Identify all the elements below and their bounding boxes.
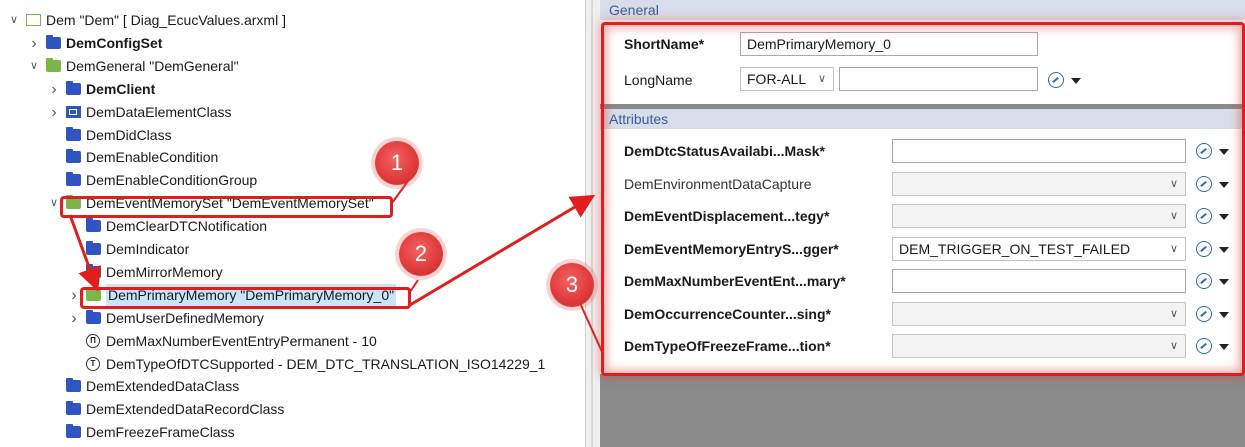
enum-param-icon: T (86, 356, 100, 371)
tree-item-label: DemTypeOfDTCSupported - DEM_DTC_TRANSLAT… (106, 355, 546, 372)
tree-item[interactable]: DemFreezeFrameClass (0, 421, 585, 444)
folder-icon (86, 309, 101, 324)
tree-item-label: DemExtendedDataRecordClass (86, 401, 285, 418)
tree-item[interactable]: DemDidClass (0, 124, 585, 147)
tree-item-label: DemDidClass (86, 126, 172, 143)
tree-item-label: DemMirrorMemory (106, 263, 223, 280)
collapse-chevron-icon[interactable]: › (48, 101, 60, 124)
tree-item-label: DemEnableConditionGroup (86, 172, 258, 189)
folder-icon (46, 34, 61, 49)
tree-item[interactable]: Π DemMaxNumberEventEntryPermanent - 10 (0, 330, 585, 353)
tree-item[interactable]: DemExtendedDataRecordClass (0, 398, 585, 421)
highlight-event-memory-set (60, 196, 393, 218)
document-icon (26, 14, 41, 26)
tree-item-label: DemExtendedDataClass (86, 378, 240, 395)
folder-icon (66, 172, 81, 187)
folder-icon (66, 149, 81, 164)
tree-item[interactable]: › DemDataElementClass (0, 101, 585, 124)
folder-icon (86, 218, 101, 233)
highlight-properties (601, 22, 1245, 376)
tree-item-label: DemConfigSet (66, 34, 163, 51)
tree-item[interactable]: › DemClient (0, 78, 585, 101)
choice-container-icon (66, 105, 81, 118)
tree-item[interactable]: › DemUserDefinedMemory (0, 307, 585, 330)
folder-icon (66, 401, 81, 416)
tree-item[interactable]: DemClearDTCNotification (0, 215, 585, 238)
folder-icon (86, 263, 101, 278)
tree-item-label: DemClient (86, 80, 156, 97)
expand-chevron-icon[interactable]: ∨ (28, 55, 40, 78)
tree-item-label: DemEnableCondition (86, 149, 219, 166)
tree-item[interactable]: T DemTypeOfDTCSupported - DEM_DTC_TRANSLA… (0, 353, 585, 376)
annotation-badge-3: 3 (550, 263, 594, 307)
annotation-badge-1: 1 (375, 141, 419, 185)
tree-item-label: DemIndicator (106, 241, 190, 257)
tree-item[interactable]: ∨ DemGeneral "DemGeneral" (0, 55, 585, 78)
tree-item-label: DemUserDefinedMemory (106, 309, 264, 326)
tree-item-label: DemFreezeFrameClass (86, 424, 235, 441)
tree-item[interactable]: › DemConfigSet (0, 32, 585, 55)
highlight-primary-memory (80, 287, 411, 309)
expand-chevron-icon[interactable]: ∨ (48, 192, 60, 215)
tree-item-label: DemDataElementClass (86, 103, 232, 120)
general-section-header[interactable]: General (600, 0, 1245, 20)
folder-icon (86, 241, 101, 255)
folder-icon (66, 80, 81, 95)
panel-splitter[interactable] (585, 0, 600, 447)
tree-item[interactable]: DemEnableCondition (0, 146, 585, 169)
collapse-chevron-icon[interactable]: › (68, 284, 80, 307)
tree-item[interactable]: DemIndicator (0, 238, 585, 261)
tree-item-label: DemGeneral "DemGeneral" (66, 57, 239, 74)
collapse-chevron-icon[interactable]: › (68, 307, 80, 330)
tree-item-label: DemMaxNumberEventEntryPermanent - 10 (106, 332, 377, 349)
collapse-chevron-icon[interactable]: › (48, 78, 60, 101)
tree-item-label: Dem "Dem" [ Diag_EcucValues.arxml ] (46, 12, 286, 28)
folder-icon (66, 378, 81, 393)
project-tree: ∨ Dem "Dem" [ Diag_EcucValues.arxml ] › Dem… (0, 0, 585, 447)
collapse-chevron-icon[interactable]: › (28, 32, 40, 55)
tree-item[interactable]: DemExtendedDataClass (0, 375, 585, 398)
folder-icon (66, 424, 81, 439)
tree-item[interactable]: ∨ Dem "Dem" [ Diag_EcucValues.arxml ] (0, 9, 585, 32)
expand-chevron-icon[interactable]: ∨ (8, 9, 20, 32)
tree-item[interactable]: DemEnableConditionGroup (0, 169, 585, 192)
integer-param-icon: Π (86, 333, 100, 348)
folder-icon (66, 126, 81, 141)
annotation-badge-2: 2 (399, 232, 443, 276)
tree-item[interactable]: DemMirrorMemory (0, 261, 585, 284)
tree-item-label: DemClearDTCNotification (106, 218, 268, 235)
open-folder-icon (46, 57, 61, 72)
